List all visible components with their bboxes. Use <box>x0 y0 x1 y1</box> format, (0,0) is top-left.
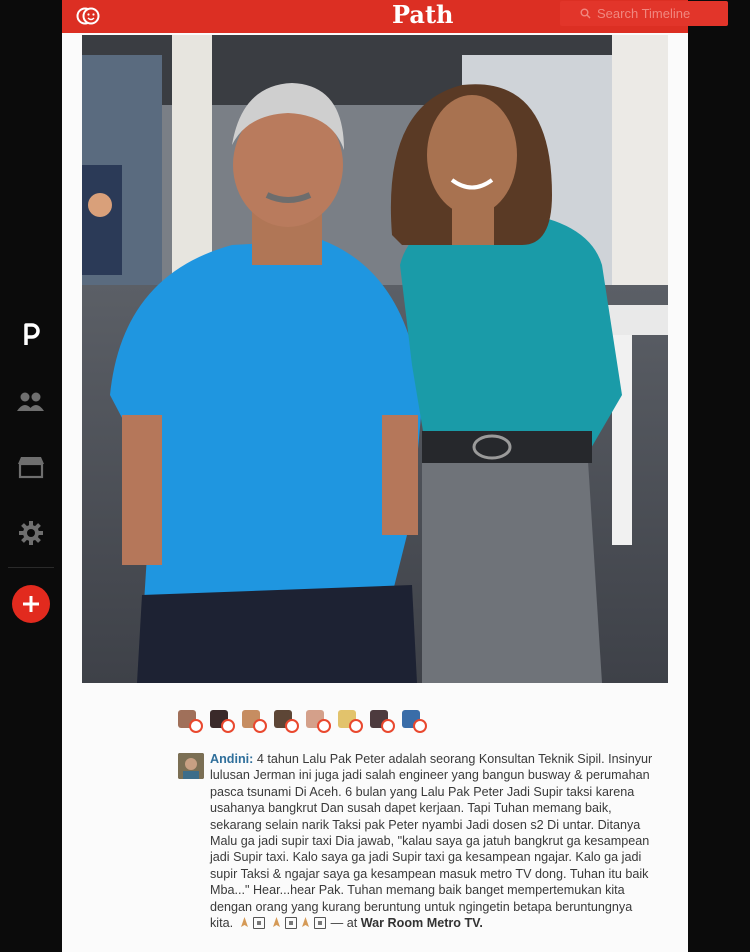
emoji-box-icon <box>285 917 298 930</box>
path-icon <box>24 323 40 345</box>
post-card: Andini: 4 tahun Lalu Pak Peter adalah se… <box>62 33 688 952</box>
emotion-5[interactable] <box>306 710 332 734</box>
nav-item-settings[interactable] <box>14 516 48 550</box>
search-input[interactable] <box>597 6 725 21</box>
comment-author[interactable]: Andini: <box>210 752 253 766</box>
friends-icon <box>17 392 44 411</box>
emotion-2[interactable] <box>210 710 236 734</box>
emotion-4[interactable] <box>274 710 300 734</box>
praying-hands-icon <box>238 916 251 929</box>
avatar[interactable] <box>178 753 204 779</box>
nav-item-friends[interactable] <box>14 384 48 418</box>
nav-divider <box>8 567 54 568</box>
add-icon <box>23 596 39 612</box>
emotion-6[interactable] <box>338 710 364 734</box>
emoji-box-icon <box>314 917 327 930</box>
emotion-8[interactable] <box>402 710 428 734</box>
search-box[interactable] <box>560 1 728 26</box>
location-link[interactable]: War Room Metro TV. <box>361 916 483 930</box>
emotion-1[interactable] <box>178 710 204 734</box>
post-photo[interactable] <box>82 35 668 683</box>
emotions-row <box>178 709 428 735</box>
comment-body: 4 tahun Lalu Pak Peter adalah seorang Ko… <box>210 752 653 931</box>
emotion-7[interactable] <box>370 710 396 734</box>
praying-hands-icon <box>299 916 312 929</box>
nav-item-shop[interactable] <box>14 450 48 484</box>
app-logo: Path <box>392 0 454 29</box>
shop-icon <box>18 457 44 479</box>
right-margin <box>688 33 750 952</box>
nav-item-path[interactable] <box>14 317 48 351</box>
comment-text: Andini: 4 tahun Lalu Pak Peter adalah se… <box>210 751 656 931</box>
sidebar <box>0 33 62 952</box>
add-button[interactable] <box>12 585 50 623</box>
emotion-icon[interactable] <box>76 5 100 27</box>
emoji-box-icon <box>252 917 265 930</box>
at-separator: — at <box>327 916 361 931</box>
app-screen: Path Search Timeline Andini: 4 tahun Lal… <box>0 0 750 952</box>
search-icon <box>580 8 591 19</box>
top-bar: Path <box>62 0 728 33</box>
emotion-3[interactable] <box>242 710 268 734</box>
settings-icon <box>19 521 43 545</box>
praying-hands-icon <box>270 916 283 929</box>
